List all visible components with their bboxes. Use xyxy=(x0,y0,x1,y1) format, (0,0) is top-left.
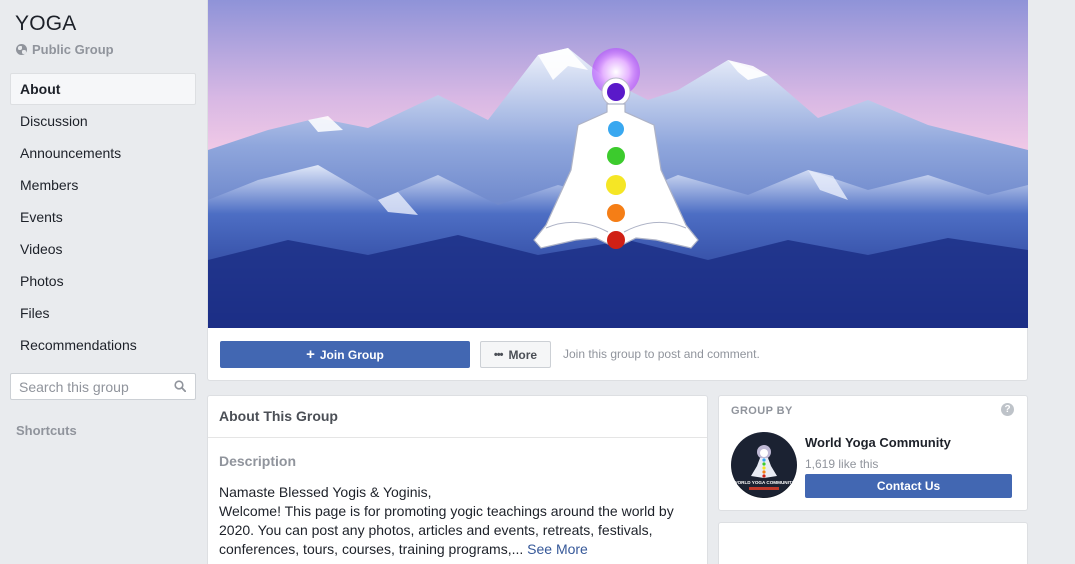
sidebar-item-videos[interactable]: Videos xyxy=(10,233,196,265)
sidebar-item-events[interactable]: Events xyxy=(10,201,196,233)
description-line: Namaste Blessed Yogis & Yoginis, xyxy=(219,484,432,500)
left-sidebar: YOGA Public Group About Discussion Annou… xyxy=(0,0,206,564)
description-line-text: conferences, tours, courses, training pr… xyxy=(219,541,524,557)
group-privacy: Public Group xyxy=(16,42,114,57)
sidebar-item-about[interactable]: About xyxy=(10,73,196,105)
contact-us-button[interactable]: Contact Us xyxy=(805,474,1012,498)
more-label: More xyxy=(508,347,538,362)
join-group-button[interactable]: + Join Group xyxy=(220,341,470,368)
more-button[interactable]: ••• More xyxy=(480,341,551,368)
search-icon[interactable] xyxy=(174,380,186,392)
privacy-label: Public Group xyxy=(32,42,114,57)
globe-icon xyxy=(16,44,27,55)
plus-icon: + xyxy=(306,346,315,363)
sidebar-item-members[interactable]: Members xyxy=(10,169,196,201)
description-text: Namaste Blessed Yogis & Yoginis, Welcome… xyxy=(219,483,689,559)
see-more-link[interactable]: See More xyxy=(527,541,588,557)
cover-photo[interactable] xyxy=(208,0,1028,328)
group-search-input[interactable] xyxy=(11,378,166,395)
page-avatar-logo: WORLD YOGA COMMUNITY xyxy=(732,433,796,497)
group-search-box xyxy=(10,373,196,400)
group-by-heading: GROUP BY xyxy=(731,405,793,417)
description-line-last: conferences, tours, courses, training pr… xyxy=(219,540,689,559)
about-group-card: About This Group Description Namaste Ble… xyxy=(207,395,708,564)
about-card-title: About This Group xyxy=(208,396,707,438)
join-group-label: Join Group xyxy=(319,347,384,362)
group-by-card: GROUP BY ? WORLD YOGA COMMUNITY World Yo… xyxy=(718,395,1028,511)
cover-card: + Join Group ••• More Join this group to… xyxy=(207,0,1028,381)
sidebar-item-recommendations[interactable]: Recommendations xyxy=(10,329,196,361)
group-title[interactable]: YOGA xyxy=(15,12,76,36)
group-nav: About Discussion Announcements Members E… xyxy=(10,73,196,361)
join-hint-text: Join this group to post and comment. xyxy=(563,347,760,361)
sidebar-item-files[interactable]: Files xyxy=(10,297,196,329)
sidebar-item-announcements[interactable]: Announcements xyxy=(10,137,196,169)
ellipsis-icon: ••• xyxy=(493,348,504,361)
sidebar-item-photos[interactable]: Photos xyxy=(10,265,196,297)
page-avatar-text: WORLD YOGA COMMUNITY xyxy=(733,480,795,485)
help-icon[interactable]: ? xyxy=(1001,403,1014,416)
right-column-card xyxy=(718,522,1028,564)
description-line: Welcome! This page is for promoting yogi… xyxy=(219,503,674,519)
page-likes-count: 1,619 like this xyxy=(805,457,879,471)
group-action-bar: + Join Group ••• More Join this group to… xyxy=(208,328,1028,380)
page-avatar[interactable]: WORLD YOGA COMMUNITY xyxy=(731,432,797,498)
cover-illustration xyxy=(208,0,1028,328)
description-heading: Description xyxy=(219,453,297,469)
page-name-link[interactable]: World Yoga Community xyxy=(805,435,951,450)
shortcuts-heading: Shortcuts xyxy=(16,423,77,438)
sidebar-item-discussion[interactable]: Discussion xyxy=(10,105,196,137)
description-line: 2020. You can post any photos, articles … xyxy=(219,522,653,538)
